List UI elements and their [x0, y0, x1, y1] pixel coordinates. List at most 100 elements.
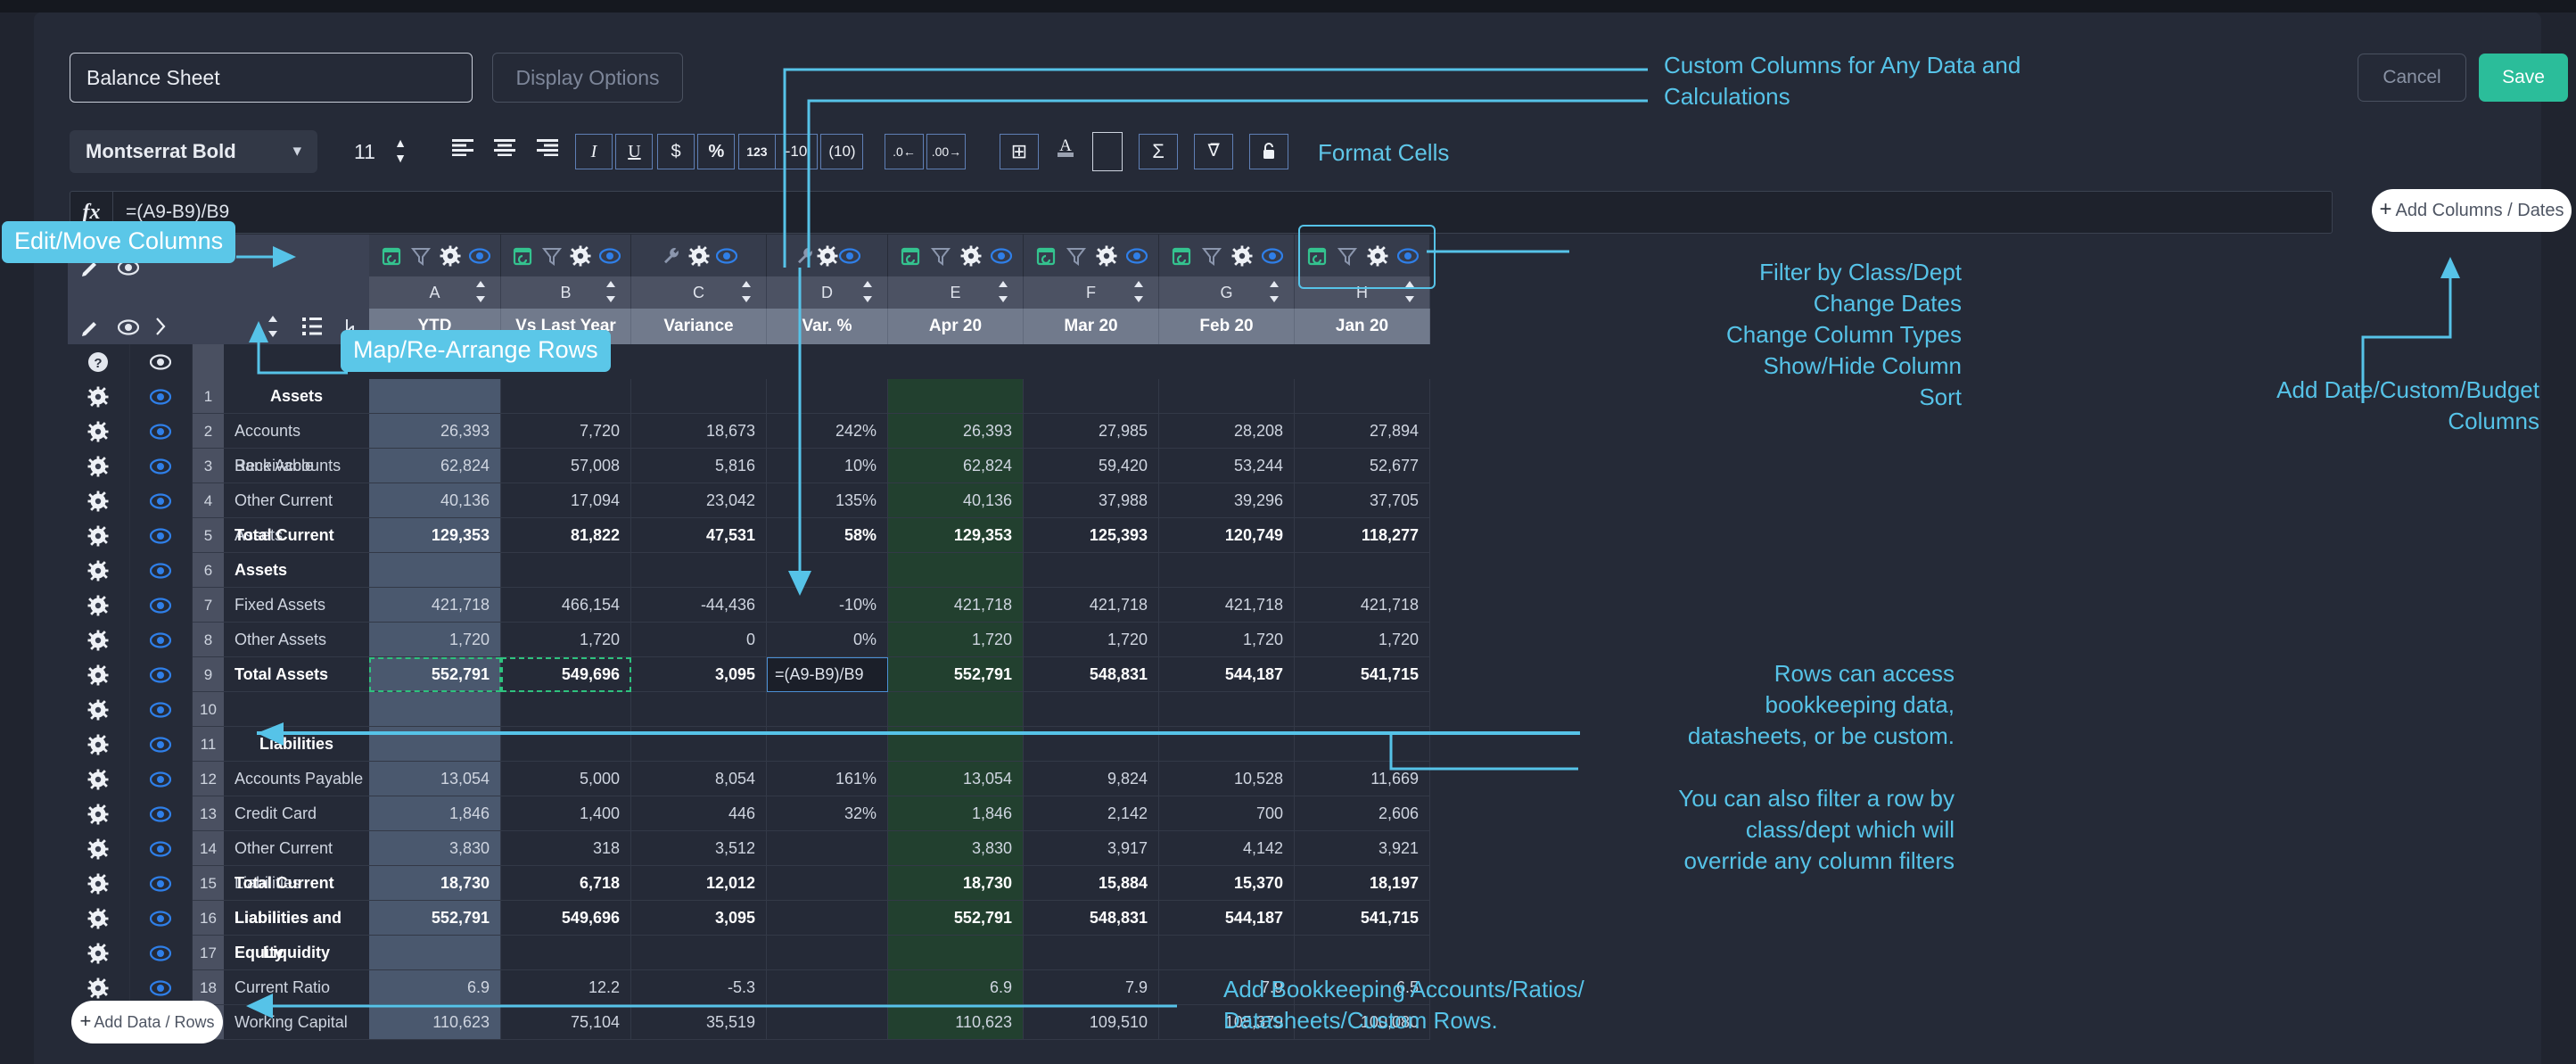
cancel-button[interactable]: Cancel [2358, 54, 2466, 102]
row-label[interactable] [224, 692, 369, 727]
row-label[interactable]: Working Capital [224, 1005, 369, 1040]
table-row[interactable]: 10 [68, 692, 1430, 727]
row-label[interactable]: Current Ratio [224, 970, 369, 1005]
grid-cell[interactable] [1295, 379, 1430, 414]
grid-cell[interactable]: 466,154 [501, 588, 631, 623]
grid-cell[interactable] [631, 692, 767, 727]
table-row[interactable]: 8 Other Assets 1,720 1,720 0 0% 1,720 1,720 1,72… [68, 623, 1430, 657]
grid-cell[interactable]: 35,519 [631, 1005, 767, 1040]
grid-cell[interactable] [1159, 692, 1295, 727]
grid-cell[interactable]: 318 [501, 831, 631, 866]
grid-cell[interactable]: 421,718 [1159, 588, 1295, 623]
row-settings-cell[interactable] [68, 762, 130, 796]
grid-cell[interactable] [501, 553, 631, 588]
grid-cell[interactable]: 52,677 [1295, 449, 1430, 483]
grid-cell[interactable]: 2,142 [1024, 796, 1159, 831]
grid-cell[interactable]: 700 [1159, 796, 1295, 831]
table-row[interactable]: 12 Accounts Payable 13,054 5,000 8,054 161% 13… [68, 762, 1430, 796]
grid-cell[interactable] [631, 553, 767, 588]
row-visibility-cell[interactable] [130, 483, 193, 518]
row-visibility-cell[interactable] [130, 449, 193, 483]
row-visibility-cell[interactable] [130, 623, 193, 657]
grid-cell[interactable] [369, 553, 501, 588]
text-color-icon[interactable]: A [1046, 134, 1085, 169]
sort-updown-icon[interactable] [604, 280, 618, 306]
underline-icon[interactable]: U [615, 134, 654, 169]
align-right-icon[interactable] [528, 134, 567, 169]
grid-cell[interactable]: 40,136 [888, 483, 1024, 518]
grid-cell[interactable] [501, 692, 631, 727]
grid-cell[interactable]: 15,884 [1024, 866, 1159, 901]
grid-cell[interactable] [1159, 553, 1295, 588]
edit-pencil-icon[interactable] [80, 317, 102, 342]
chevron-right-icon[interactable] [153, 317, 168, 341]
grid-cell[interactable] [1159, 379, 1295, 414]
grid-cell[interactable]: 57,008 [501, 449, 631, 483]
table-row[interactable]: 4 Other Current Assets 40,136 17,094 23,042 1… [68, 483, 1430, 544]
eye-visibility-icon[interactable] [715, 245, 737, 267]
grid-cell[interactable]: 1,720 [1159, 623, 1295, 657]
table-row[interactable]: 11 Liabilities [68, 727, 1430, 762]
row-label[interactable]: Other Current Assets [224, 483, 369, 544]
row-settings-cell[interactable] [68, 449, 130, 483]
table-row[interactable]: 17 Liquidity [68, 936, 1430, 970]
grid-cell[interactable]: 32% [767, 796, 888, 831]
display-options-button[interactable]: Display Options [492, 53, 683, 103]
grid-cell[interactable]: 10,528 [1159, 762, 1295, 796]
font-size-stepper[interactable]: ▲ ▼ [391, 136, 410, 168]
grid-cell[interactable]: 548,831 [1024, 901, 1159, 936]
row-visibility-cell[interactable] [130, 414, 193, 449]
grid-cell[interactable]: 59,420 [1024, 449, 1159, 483]
grid-cell[interactable]: 3,095 [631, 901, 767, 936]
grid-cell[interactable]: 13,054 [369, 762, 501, 796]
grid-cell[interactable] [369, 379, 501, 414]
row-label[interactable]: Other Current Liabilities [224, 831, 369, 892]
grid-cell[interactable] [631, 936, 767, 970]
grid-cell[interactable] [1295, 692, 1430, 727]
parenthesis-format-icon[interactable]: (10) [820, 134, 864, 169]
grid-cell[interactable]: 9,824 [1024, 762, 1159, 796]
row-settings-cell[interactable] [68, 379, 130, 414]
grid-cell[interactable] [1295, 553, 1430, 588]
row-label[interactable]: Assets [224, 379, 369, 414]
grid-cell[interactable]: 62,824 [369, 449, 501, 483]
row-visibility-cell[interactable] [130, 762, 193, 796]
grid-cell[interactable]: 0% [767, 623, 888, 657]
gear-settings-icon[interactable] [440, 245, 461, 267]
grid-cell[interactable]: 18,673 [631, 414, 767, 449]
grid-cell[interactable]: 7,720 [501, 414, 631, 449]
row-settings-cell[interactable] [68, 936, 130, 970]
font-family-select[interactable]: Montserrat Bold ▾ [70, 130, 317, 173]
table-row[interactable]: 14 Other Current Liabilities 3,830 318 3,512… [68, 831, 1430, 892]
grid-cell[interactable]: 3,921 [1295, 831, 1430, 866]
row-settings-cell[interactable] [68, 657, 130, 692]
gear-settings-icon[interactable] [817, 245, 838, 267]
eye-visibility-icon[interactable] [117, 317, 140, 342]
column-letter-b[interactable]: B [501, 276, 631, 309]
grid-cell[interactable]: 10% [767, 449, 888, 483]
grid-cell[interactable]: 0 [631, 623, 767, 657]
row-visibility-cell[interactable] [130, 553, 193, 588]
row-visibility-cell[interactable] [130, 692, 193, 727]
grid-cell[interactable]: 3,095 [631, 657, 767, 692]
calendar-refresh-icon[interactable] [1171, 245, 1192, 267]
table-row[interactable]: 7 Fixed Assets 421,718 466,154 -44,436 -10% 42… [68, 588, 1430, 623]
align-center-icon[interactable] [485, 134, 524, 169]
row-settings-cell[interactable] [68, 901, 130, 936]
decrease-decimal-icon[interactable]: .0← [885, 134, 924, 169]
grid-cell[interactable]: -10% [767, 588, 888, 623]
row-settings-cell[interactable] [68, 414, 130, 449]
row-label[interactable] [224, 553, 369, 588]
sum-icon[interactable]: Σ [1139, 134, 1178, 169]
sort-updown-icon[interactable] [739, 280, 753, 306]
column-letter-f[interactable]: F [1024, 276, 1159, 309]
sort-updown-icon[interactable] [266, 315, 280, 342]
italic-icon[interactable]: I [575, 134, 613, 169]
grid-cell[interactable]: 26,393 [369, 414, 501, 449]
grid-cell[interactable] [767, 1005, 888, 1040]
row-label[interactable]: Accounts Receivable [224, 414, 369, 474]
row-label[interactable]: Total Assets [224, 657, 369, 692]
grid-cell[interactable] [369, 692, 501, 727]
eye-visibility-icon[interactable] [1261, 245, 1284, 267]
grid-cell[interactable] [1159, 727, 1295, 762]
